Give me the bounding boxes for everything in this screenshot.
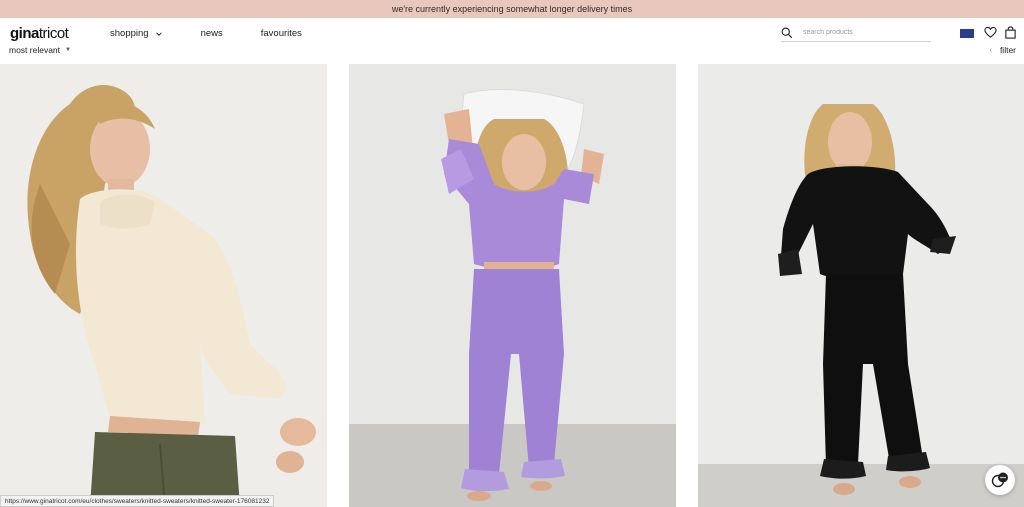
product-card[interactable] bbox=[349, 64, 676, 507]
product-image-black-pyjamas[interactable] bbox=[698, 64, 1024, 507]
banner-text: we're currently experiencing somewhat lo… bbox=[391, 4, 633, 14]
nav-label-favourites: favourites bbox=[260, 28, 302, 39]
nav-item-shopping[interactable]: shopping bbox=[110, 28, 163, 39]
chat-button[interactable] bbox=[985, 465, 1015, 495]
eu-flag-icon[interactable] bbox=[960, 29, 974, 38]
gina-tricot-logo[interactable]: ginatricot bbox=[10, 25, 69, 42]
nav-label-shopping: shopping bbox=[110, 28, 149, 39]
search-icon[interactable] bbox=[781, 27, 793, 39]
product-card[interactable] bbox=[698, 64, 1024, 507]
sort-label: most relevant bbox=[9, 45, 61, 55]
filter-button[interactable]: ‹ filter bbox=[990, 45, 1016, 55]
nav-item-favourites[interactable]: favourites bbox=[261, 28, 302, 39]
site-header: ginatricot shopping news favourites bbox=[0, 18, 1024, 48]
status-bar-url: https://www.ginatricot.com/eu/clothes/sw… bbox=[0, 495, 275, 507]
chevron-down-icon bbox=[155, 31, 162, 36]
caret-down-icon: ▼ bbox=[65, 47, 71, 53]
shopping-bag-icon[interactable] bbox=[1004, 26, 1017, 39]
chevron-left-icon: ‹ bbox=[989, 46, 992, 54]
logo-regular: tricot bbox=[38, 25, 69, 42]
product-card[interactable] bbox=[0, 64, 327, 507]
nav-item-news[interactable]: news bbox=[201, 28, 223, 39]
chat-icon bbox=[991, 472, 1008, 488]
heart-icon[interactable] bbox=[984, 26, 997, 39]
product-image-sweater[interactable] bbox=[0, 64, 327, 507]
status-url-text: https://www.ginatricot.com/eu/clothes/sw… bbox=[5, 497, 270, 505]
main-nav: shopping news favourites bbox=[110, 28, 340, 39]
nav-label-news: news bbox=[200, 28, 223, 39]
filter-label: filter bbox=[999, 45, 1016, 55]
announcement-banner: we're currently experiencing somewhat lo… bbox=[0, 0, 1024, 18]
search-bar bbox=[781, 24, 931, 42]
sort-dropdown[interactable]: most relevant ▼ bbox=[9, 45, 71, 55]
product-image-lilac-pyjamas[interactable] bbox=[349, 64, 676, 507]
search-input[interactable] bbox=[803, 29, 923, 36]
logo-bold: gina bbox=[10, 25, 39, 42]
listing-toolbar: most relevant ▼ ‹ filter bbox=[0, 45, 1024, 60]
